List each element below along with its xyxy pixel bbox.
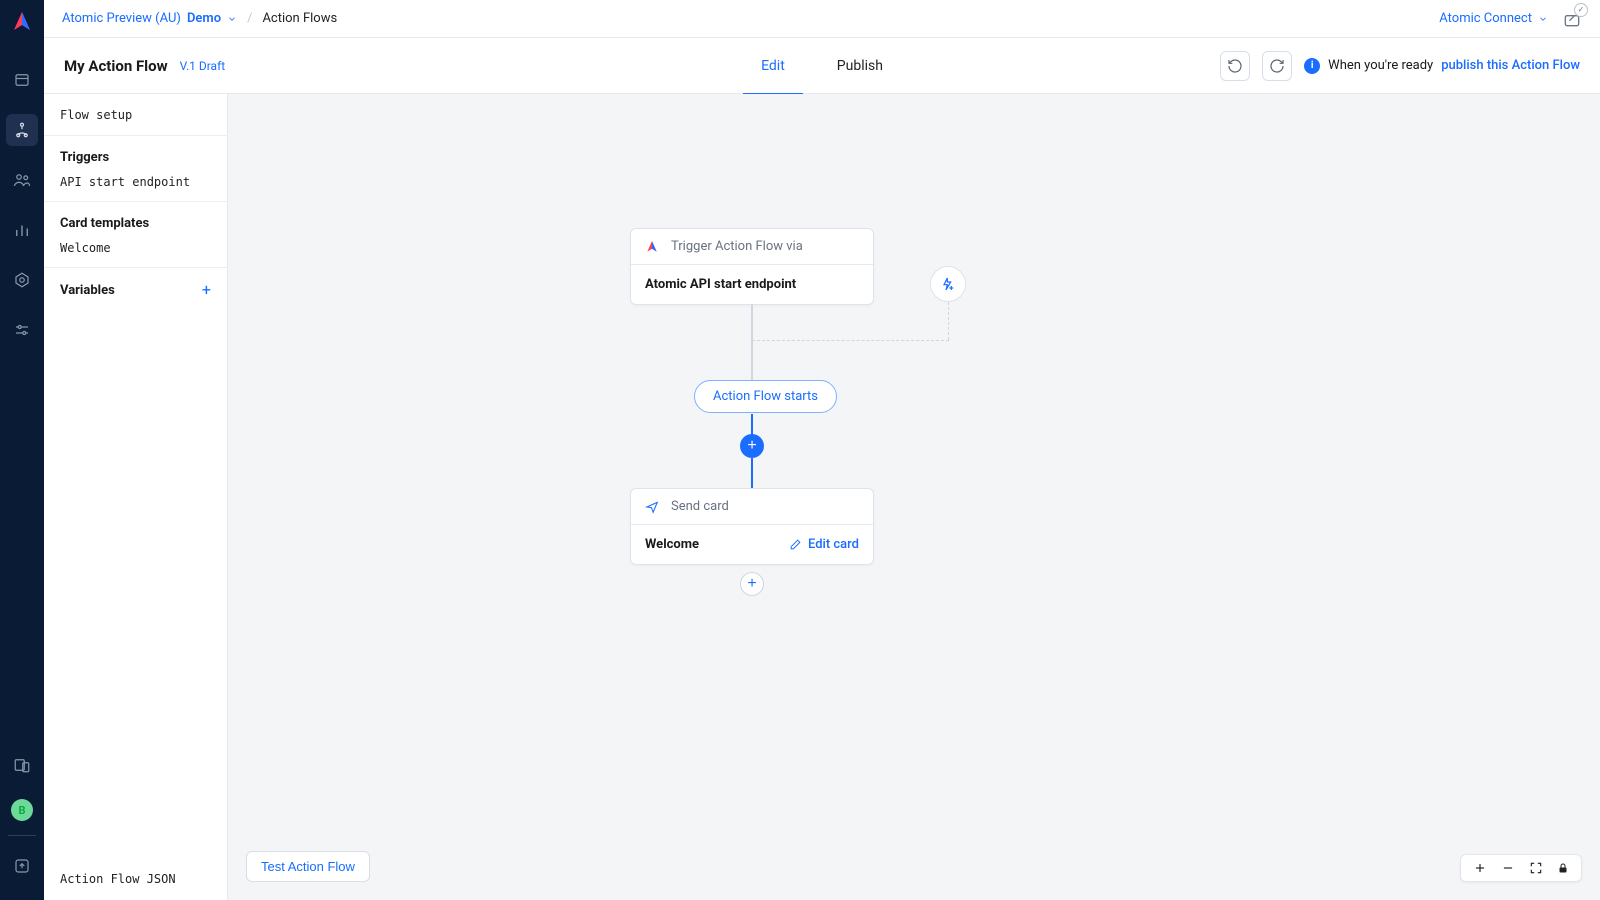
status-tray-button[interactable]: ✓ xyxy=(1562,9,1582,29)
atomic-mini-logo-icon xyxy=(645,240,659,254)
node-trigger-head-label: Trigger Action Flow via xyxy=(671,239,803,254)
avatar-initial: B xyxy=(19,804,26,817)
nav-rail: B xyxy=(0,0,44,900)
undo-icon xyxy=(1227,58,1243,74)
zoom-controls xyxy=(1460,854,1582,882)
outline-variables: Variables + xyxy=(44,268,227,310)
org-switcher[interactable]: Atomic Preview (AU) Demo xyxy=(62,11,237,26)
outline-card-welcome[interactable]: Welcome xyxy=(60,241,211,255)
nav-cards-icon[interactable] xyxy=(6,64,38,96)
send-icon xyxy=(645,500,659,514)
flow-version-badge[interactable]: V.1 Draft xyxy=(180,59,226,73)
flow-header: My Action Flow V.1 Draft Edit Publish i … xyxy=(44,38,1600,94)
pencil-icon xyxy=(789,538,802,551)
connector-plus-to-send xyxy=(751,458,753,488)
outline-cards-title: Card templates xyxy=(60,216,211,231)
bolt-plus-icon xyxy=(940,276,956,292)
nav-users-icon[interactable] xyxy=(6,164,38,196)
atomic-connect-link[interactable]: Atomic Connect xyxy=(1439,11,1548,26)
edit-card-link[interactable]: Edit card xyxy=(789,537,859,552)
node-trigger-body-label: Atomic API start endpoint xyxy=(645,277,796,292)
breadcrumb-bar: Atomic Preview (AU) Demo / Action Flows … xyxy=(44,0,1600,38)
info-icon: i xyxy=(1304,58,1320,74)
add-step-end-button[interactable]: + xyxy=(740,572,764,596)
outline-triggers: Triggers API start endpoint xyxy=(44,136,227,202)
outline-sidebar: Flow setup Triggers API start endpoint C… xyxy=(44,94,228,900)
node-send-body-label: Welcome xyxy=(645,537,699,552)
outline-triggers-title: Triggers xyxy=(60,150,211,165)
outline-flow-setup[interactable]: Flow setup xyxy=(44,94,227,136)
outline-cards: Card templates Welcome xyxy=(44,202,227,268)
node-send-head-label: Send card xyxy=(671,499,729,514)
zoom-fit-button[interactable] xyxy=(1529,861,1543,875)
node-send-card[interactable]: Send card Welcome Edit card xyxy=(630,488,874,565)
check-icon: ✓ xyxy=(1574,3,1588,17)
flow-tabs: Edit Publish xyxy=(761,38,883,94)
flow-canvas[interactable]: Trigger Action Flow via Atomic API start… xyxy=(228,94,1600,900)
nav-sliders-icon[interactable] xyxy=(6,314,38,346)
add-trigger-branch-button[interactable] xyxy=(930,266,966,302)
nav-analytics-icon[interactable] xyxy=(6,214,38,246)
tab-publish[interactable]: Publish xyxy=(837,38,883,94)
user-avatar[interactable]: B xyxy=(11,799,33,821)
chevron-down-icon xyxy=(1538,14,1548,24)
flow-starts-label: Action Flow starts xyxy=(713,389,818,404)
outline-variables-title: Variables xyxy=(60,283,115,298)
nav-upload-icon[interactable] xyxy=(6,850,38,882)
add-step-button[interactable]: + xyxy=(740,434,764,458)
outline-trigger-api[interactable]: API start endpoint xyxy=(60,175,211,189)
connector-trigger-to-pill xyxy=(751,304,753,380)
tab-edit[interactable]: Edit xyxy=(761,38,785,94)
test-flow-button[interactable]: Test Action Flow xyxy=(246,851,370,882)
flow-title: My Action Flow xyxy=(64,57,168,75)
breadcrumb-page: Action Flows xyxy=(262,11,337,26)
breadcrumb-sep: / xyxy=(247,11,252,26)
node-trigger[interactable]: Trigger Action Flow via Atomic API start… xyxy=(630,228,874,305)
flow-starts-pill[interactable]: Action Flow starts xyxy=(694,380,837,413)
publish-hint-text: When you're ready xyxy=(1328,58,1433,73)
rail-divider xyxy=(8,835,36,836)
redo-button[interactable] xyxy=(1262,51,1292,81)
outline-flow-setup-label: Flow setup xyxy=(60,108,132,122)
outline-json-link[interactable]: Action Flow JSON xyxy=(44,858,227,900)
chevron-down-icon xyxy=(227,14,237,24)
zoom-in-button[interactable] xyxy=(1473,861,1487,875)
zoom-out-button[interactable] xyxy=(1501,861,1515,875)
redo-icon xyxy=(1269,58,1285,74)
publish-flow-link[interactable]: publish this Action Flow xyxy=(1441,58,1580,73)
undo-button[interactable] xyxy=(1220,51,1250,81)
org-name: Atomic Preview (AU) xyxy=(62,11,181,26)
add-variable-button[interactable]: + xyxy=(202,282,211,298)
edit-card-label: Edit card xyxy=(808,537,859,552)
publish-hint: i When you're ready publish this Action … xyxy=(1304,58,1580,74)
org-env: Demo xyxy=(187,11,221,26)
atomic-connect-label: Atomic Connect xyxy=(1439,11,1532,26)
connector-dash-horiz xyxy=(752,340,949,341)
connector-dash-vert xyxy=(948,302,949,340)
nav-devices-icon[interactable] xyxy=(6,749,38,781)
nav-flows-icon[interactable] xyxy=(6,114,38,146)
atomic-logo[interactable] xyxy=(10,10,34,34)
zoom-lock-button[interactable] xyxy=(1557,861,1569,875)
nav-settings-icon[interactable] xyxy=(6,264,38,296)
